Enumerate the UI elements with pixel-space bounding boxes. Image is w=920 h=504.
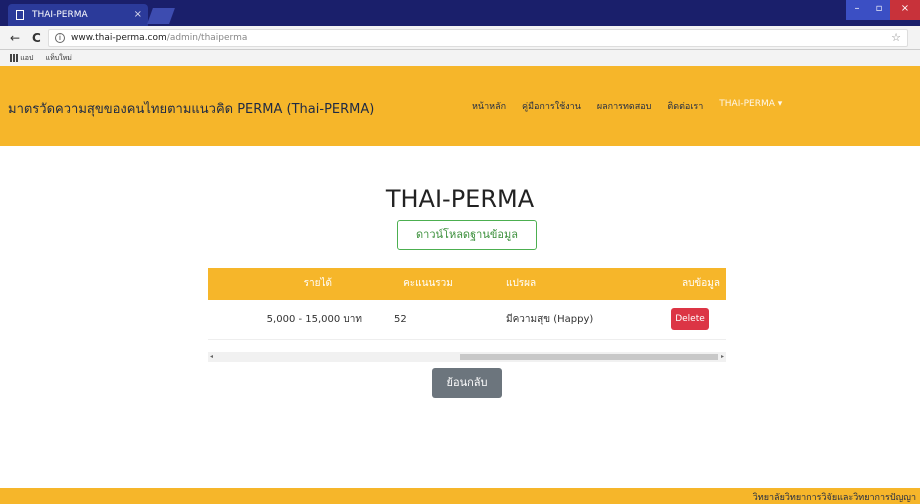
nav-contact[interactable]: ติดต่อเรา	[667, 99, 703, 113]
header-score: คะแนนรวม	[403, 278, 453, 289]
footer-text: วิทยาลัยวิทยาการวิจัยและวิทยาการปัญญา	[752, 493, 916, 503]
cell-score: 52	[394, 314, 407, 325]
browser-titlebar: THAI-PERMA × – ▫ ×	[0, 0, 920, 26]
info-icon[interactable]: i	[55, 33, 65, 43]
url-input[interactable]: i www.thai-perma.com/admin/thaiperma ☆	[48, 29, 908, 47]
window-close-button[interactable]: ×	[890, 0, 920, 20]
cell-income: 5,000 - 15,000 บาท	[266, 314, 362, 325]
site-navbar: มาตรวัดความสุขของคนไทยตามแนวคิด PERMA (T…	[0, 66, 920, 146]
nav-thai-perma-dropdown[interactable]: THAI-PERMA ▾	[719, 99, 782, 113]
scroll-left-icon[interactable]: ◂	[210, 352, 213, 362]
horizontal-scrollbar[interactable]: ◂ ▸	[208, 352, 726, 362]
table-header: รายได้ คะแนนรวม แปรผล ลบข้อมูล	[208, 268, 726, 300]
bookmarks-bar: แอป แท็บใหม่	[0, 50, 920, 66]
bookmark-apps[interactable]: แอป	[10, 54, 33, 62]
bookmark-star-icon[interactable]: ☆	[891, 30, 901, 46]
nav-results[interactable]: ผลการทดสอบ	[597, 99, 652, 113]
delete-button[interactable]: Delete	[671, 308, 709, 330]
url-path: /admin/thaiperma	[166, 33, 248, 43]
scrollbar-thumb[interactable]	[460, 354, 718, 360]
scroll-right-icon[interactable]: ▸	[721, 352, 724, 362]
page-title: THAI-PERMA	[385, 185, 535, 213]
site-footer: วิทยาลัยวิทยาการวิจัยและวิทยาการปัญญา	[0, 488, 920, 504]
back-arrow-icon[interactable]: ←	[10, 30, 20, 46]
bookmark-new-tab[interactable]: แท็บใหม่	[46, 54, 72, 62]
header-result: แปรผล	[506, 278, 537, 289]
url-domain: www.thai-perma.com	[71, 33, 167, 43]
reload-icon[interactable]: C	[32, 30, 41, 46]
nav-manual[interactable]: คู่มือการใช้งาน	[522, 99, 581, 113]
new-tab-button[interactable]	[147, 8, 175, 24]
cell-action: Delete	[654, 300, 726, 339]
tab-title: THAI-PERMA	[32, 10, 88, 20]
address-bar: ← C i www.thai-perma.com/admin/thaiperma…	[0, 26, 920, 50]
apps-grid-icon	[10, 54, 18, 62]
minimize-button[interactable]: –	[846, 0, 868, 20]
tab-close-icon[interactable]: ×	[134, 4, 142, 26]
browser-tab[interactable]: THAI-PERMA ×	[8, 4, 148, 26]
document-icon	[16, 10, 24, 20]
site-brand[interactable]: มาตรวัดความสุขของคนไทยตามแนวคิด PERMA (T…	[8, 98, 374, 119]
table-row: 5,000 - 15,000 บาท 52 มีความสุข (Happy) …	[208, 300, 726, 340]
maximize-button[interactable]: ▫	[868, 0, 890, 20]
download-database-button[interactable]: ดาวน์โหลดฐานข้อมูล	[397, 220, 537, 250]
header-delete: ลบข้อมูล	[681, 278, 720, 289]
back-button[interactable]: ย้อนกลับ	[432, 368, 502, 398]
nav-home[interactable]: หน้าหลัก	[472, 99, 506, 113]
cell-result: มีความสุข (Happy)	[506, 314, 594, 325]
nav-links: หน้าหลัก คู่มือการใช้งาน ผลการทดสอบ ติดต…	[472, 99, 782, 113]
results-table: รายได้ คะแนนรวม แปรผล ลบข้อมูล 5,000 - 1…	[208, 268, 726, 340]
header-income: รายได้	[303, 278, 332, 289]
